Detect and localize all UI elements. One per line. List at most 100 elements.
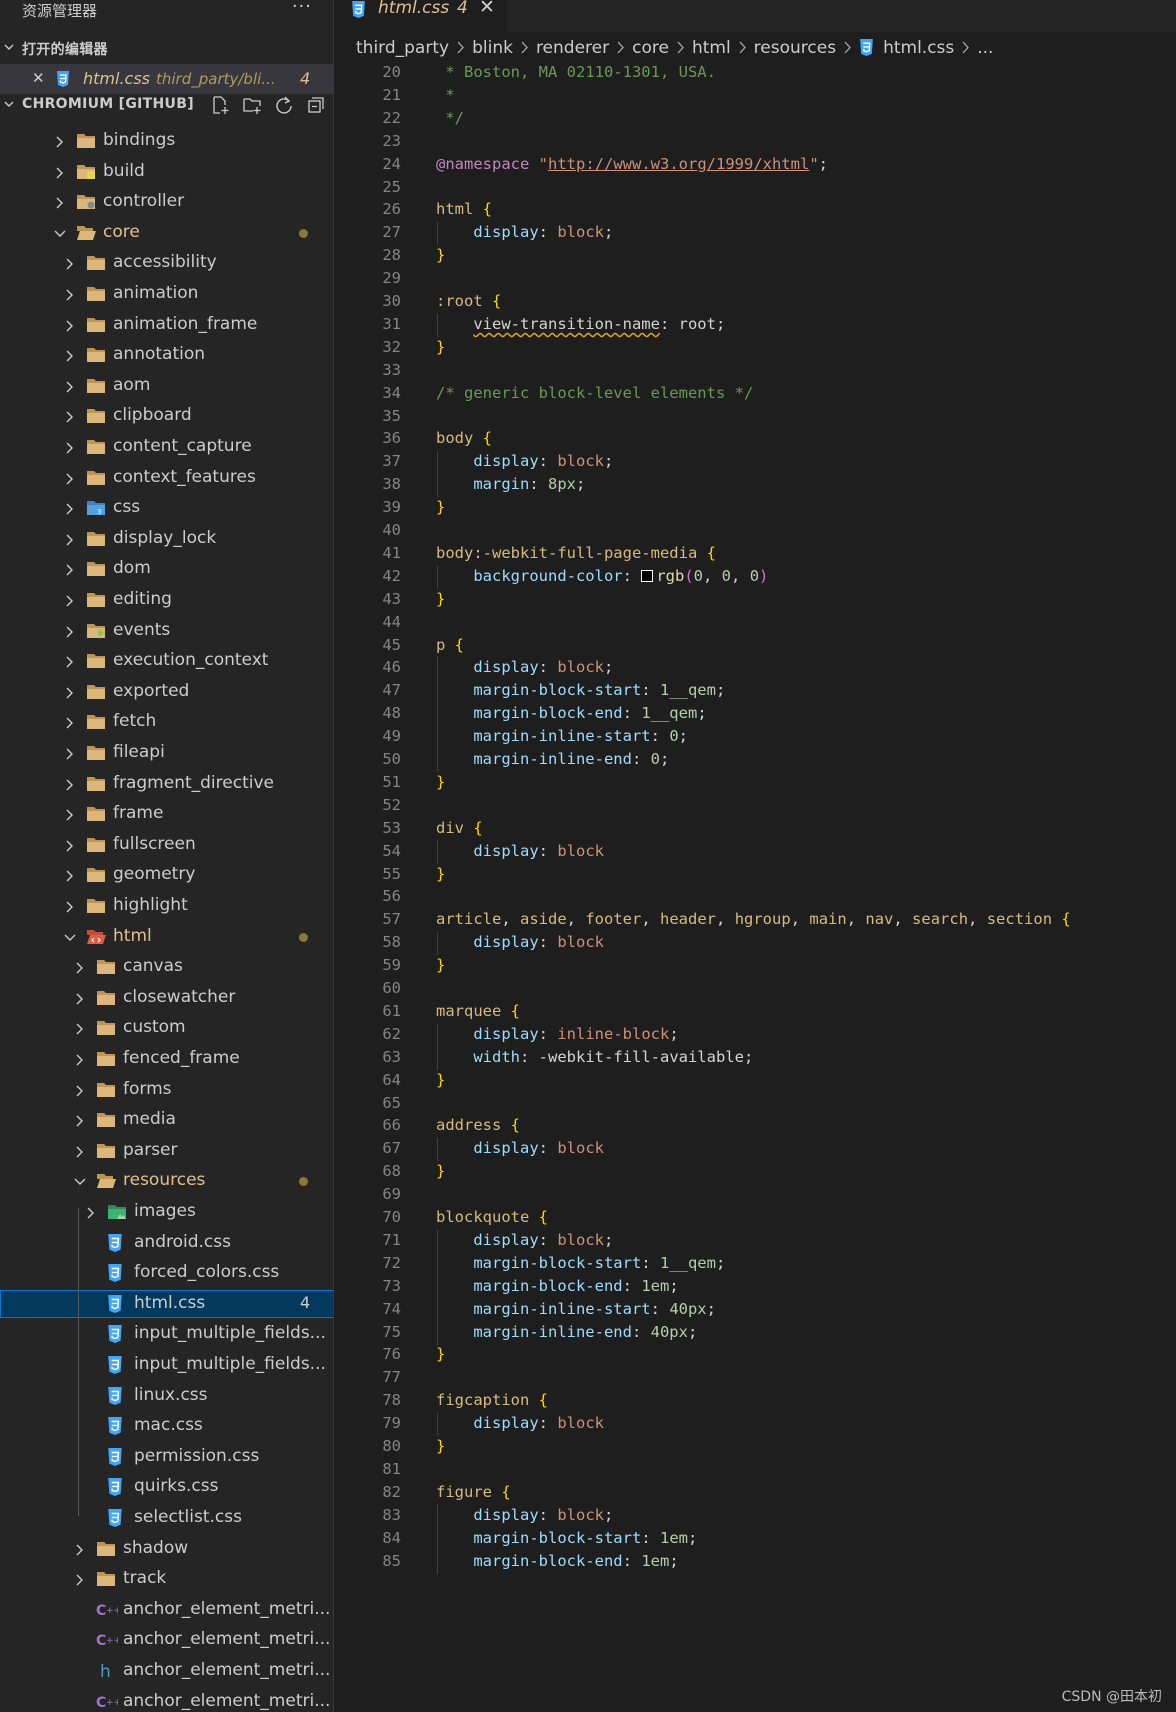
tree-item-forms[interactable]: forms	[0, 1076, 333, 1104]
new-file-icon[interactable]	[210, 95, 230, 115]
tree-item-display-lock[interactable]: display_lock	[0, 525, 333, 553]
tree-item-animation[interactable]: animation	[0, 280, 333, 308]
code-line[interactable]: 46 display: block;	[335, 657, 1176, 682]
chevron-right-icon[interactable]	[74, 1083, 86, 1097]
collapse-all-icon[interactable]	[306, 95, 326, 115]
chevron-right-icon[interactable]	[64, 685, 76, 699]
tree-item-events[interactable]: events	[0, 617, 333, 645]
chevron-right-icon[interactable]	[64, 471, 76, 485]
chevron-right-icon[interactable]	[64, 348, 76, 362]
code-line[interactable]: 43}	[335, 589, 1176, 614]
code-line[interactable]: 38 margin: 8px;	[335, 474, 1176, 499]
code-line[interactable]: 47 margin-block-start: 1__qem;	[335, 680, 1176, 705]
code-line[interactable]: 42 background-color: rgb(0, 0, 0)	[335, 566, 1176, 591]
chevron-right-icon[interactable]	[64, 593, 76, 607]
tree-item-clipboard[interactable]: clipboard	[0, 402, 333, 430]
code-line[interactable]: 20 * Boston, MA 02110-1301, USA.	[335, 62, 1176, 87]
code-line[interactable]: 50 margin-inline-end: 0;	[335, 749, 1176, 774]
tree-item-shadow[interactable]: shadow	[0, 1535, 333, 1563]
color-swatch-icon[interactable]	[641, 570, 654, 582]
breadcrumb-item[interactable]: html	[692, 38, 731, 58]
tree-item-mac-css[interactable]: mac.css	[0, 1412, 333, 1440]
tree-item-controller[interactable]: controller	[0, 188, 333, 216]
code-line[interactable]: 79 display: block	[335, 1413, 1176, 1438]
code-line[interactable]: 49 margin-inline-start: 0;	[335, 726, 1176, 751]
tree-item-anchor-element-metri[interactable]: h anchor_element_metri...	[0, 1657, 333, 1685]
chevron-right-icon[interactable]	[74, 1113, 86, 1127]
chevron-right-icon[interactable]	[64, 532, 76, 546]
chevron-right-icon[interactable]	[74, 1144, 86, 1158]
chevron-right-icon[interactable]	[54, 165, 66, 179]
tree-item-android-css[interactable]: android.css	[0, 1229, 333, 1257]
code-line[interactable]: 58 display: block	[335, 932, 1176, 957]
tree-item-forced-colors-css[interactable]: forced_colors.css	[0, 1259, 333, 1287]
chevron-down-icon[interactable]	[54, 226, 66, 240]
code-line[interactable]: 54 display: block	[335, 841, 1176, 866]
code-line[interactable]: 83 display: block;	[335, 1505, 1176, 1530]
close-tab-icon[interactable]: ✕	[479, 0, 495, 18]
chevron-right-icon[interactable]	[64, 654, 76, 668]
close-icon[interactable]: ✕	[32, 69, 45, 87]
tree-item-dom[interactable]: dom	[0, 555, 333, 583]
tree-item-anchor-element-metri[interactable]: C++anchor_element_metri...	[0, 1596, 333, 1624]
code-line[interactable]: 44	[335, 612, 1176, 637]
breadcrumb-item[interactable]: renderer	[536, 38, 609, 58]
tree-item-permission-css[interactable]: permission.css	[0, 1443, 333, 1471]
code-line[interactable]: 72 margin-block-start: 1__qem;	[335, 1253, 1176, 1278]
code-line[interactable]: 37 display: block;	[335, 451, 1176, 476]
code-line[interactable]: 41 body:-webkit-full-page-media {	[335, 543, 1176, 568]
tree-item-bindings[interactable]: bindings	[0, 127, 333, 155]
breadcrumb-item[interactable]: html.css	[883, 38, 954, 58]
code-line[interactable]: 26 html {	[335, 199, 1176, 224]
tree-item-custom[interactable]: custom	[0, 1014, 333, 1042]
chevron-right-icon[interactable]	[85, 1205, 97, 1219]
chevron-right-icon[interactable]	[74, 1542, 86, 1556]
tree-item-editing[interactable]: editing	[0, 586, 333, 614]
tree-item-input-multiple-fields[interactable]: input_multiple_fields...	[0, 1351, 333, 1379]
tree-item-frame[interactable]: frame	[0, 800, 333, 828]
code-line[interactable]: 27 display: block;	[335, 222, 1176, 247]
code-line[interactable]: 74 margin-inline-start: 40px;	[335, 1299, 1176, 1324]
tree-item-parser[interactable]: parser	[0, 1137, 333, 1165]
tree-item-highlight[interactable]: highlight	[0, 892, 333, 920]
code-line[interactable]: 85 margin-block-end: 1em;	[335, 1551, 1176, 1576]
code-line[interactable]: 51}	[335, 772, 1176, 797]
code-line[interactable]: 39}	[335, 497, 1176, 522]
tree-item-resources[interactable]: resources	[0, 1167, 333, 1195]
tree-item-input-multiple-fields[interactable]: input_multiple_fields...	[0, 1320, 333, 1348]
code-line[interactable]: 76}	[335, 1344, 1176, 1369]
chevron-right-icon[interactable]	[64, 379, 76, 393]
code-line[interactable]: 62 display: inline-block;	[335, 1024, 1176, 1049]
tree-item-anchor-element-metri[interactable]: C++anchor_element_metri...	[0, 1626, 333, 1654]
chevron-right-icon[interactable]	[64, 868, 76, 882]
code-line[interactable]: 34 /* generic block-level elements */	[335, 383, 1176, 408]
code-line[interactable]: 36 body {	[335, 428, 1176, 453]
tree-item-animation-frame[interactable]: animation_frame	[0, 311, 333, 339]
tab-html-css[interactable]: html.css 4 ✕	[335, 0, 507, 32]
code-line[interactable]: 68}	[335, 1161, 1176, 1186]
code-line[interactable]: 78 figcaption {	[335, 1390, 1176, 1415]
refresh-icon[interactable]	[274, 95, 294, 115]
tree-item-html-css[interactable]: html.css 4	[0, 1290, 333, 1318]
code-line[interactable]: 82 figure {	[335, 1482, 1176, 1507]
chevron-right-icon[interactable]	[64, 807, 76, 821]
chevron-right-icon[interactable]	[64, 501, 76, 515]
tree-item-linux-css[interactable]: linux.css	[0, 1382, 333, 1410]
code-line[interactable]: 24 @namespace "http://www.w3.org/1999/xht…	[335, 154, 1176, 179]
code-line[interactable]: 32}	[335, 337, 1176, 362]
tree-item-exported[interactable]: exported	[0, 678, 333, 706]
chevron-right-icon[interactable]	[74, 1021, 86, 1035]
code-line[interactable]: 22 */	[335, 108, 1176, 133]
tree-item-build[interactable]: build	[0, 158, 333, 186]
tree-item-selectlist-css[interactable]: selectlist.css	[0, 1504, 333, 1532]
code-line[interactable]: 23	[335, 131, 1176, 156]
breadcrumb-item[interactable]: core	[632, 38, 669, 58]
chevron-right-icon[interactable]	[64, 256, 76, 270]
tree-item-fileapi[interactable]: fileapi	[0, 739, 333, 767]
code-line[interactable]: 80}	[335, 1436, 1176, 1461]
tree-item-html[interactable]: html	[0, 923, 333, 951]
chevron-right-icon[interactable]	[64, 624, 76, 638]
open-editor-item[interactable]: ✕ html.css third_party/bli... 4	[0, 64, 333, 94]
chevron-right-icon[interactable]	[54, 195, 66, 209]
tree-item-css[interactable]: 3 css	[0, 494, 333, 522]
